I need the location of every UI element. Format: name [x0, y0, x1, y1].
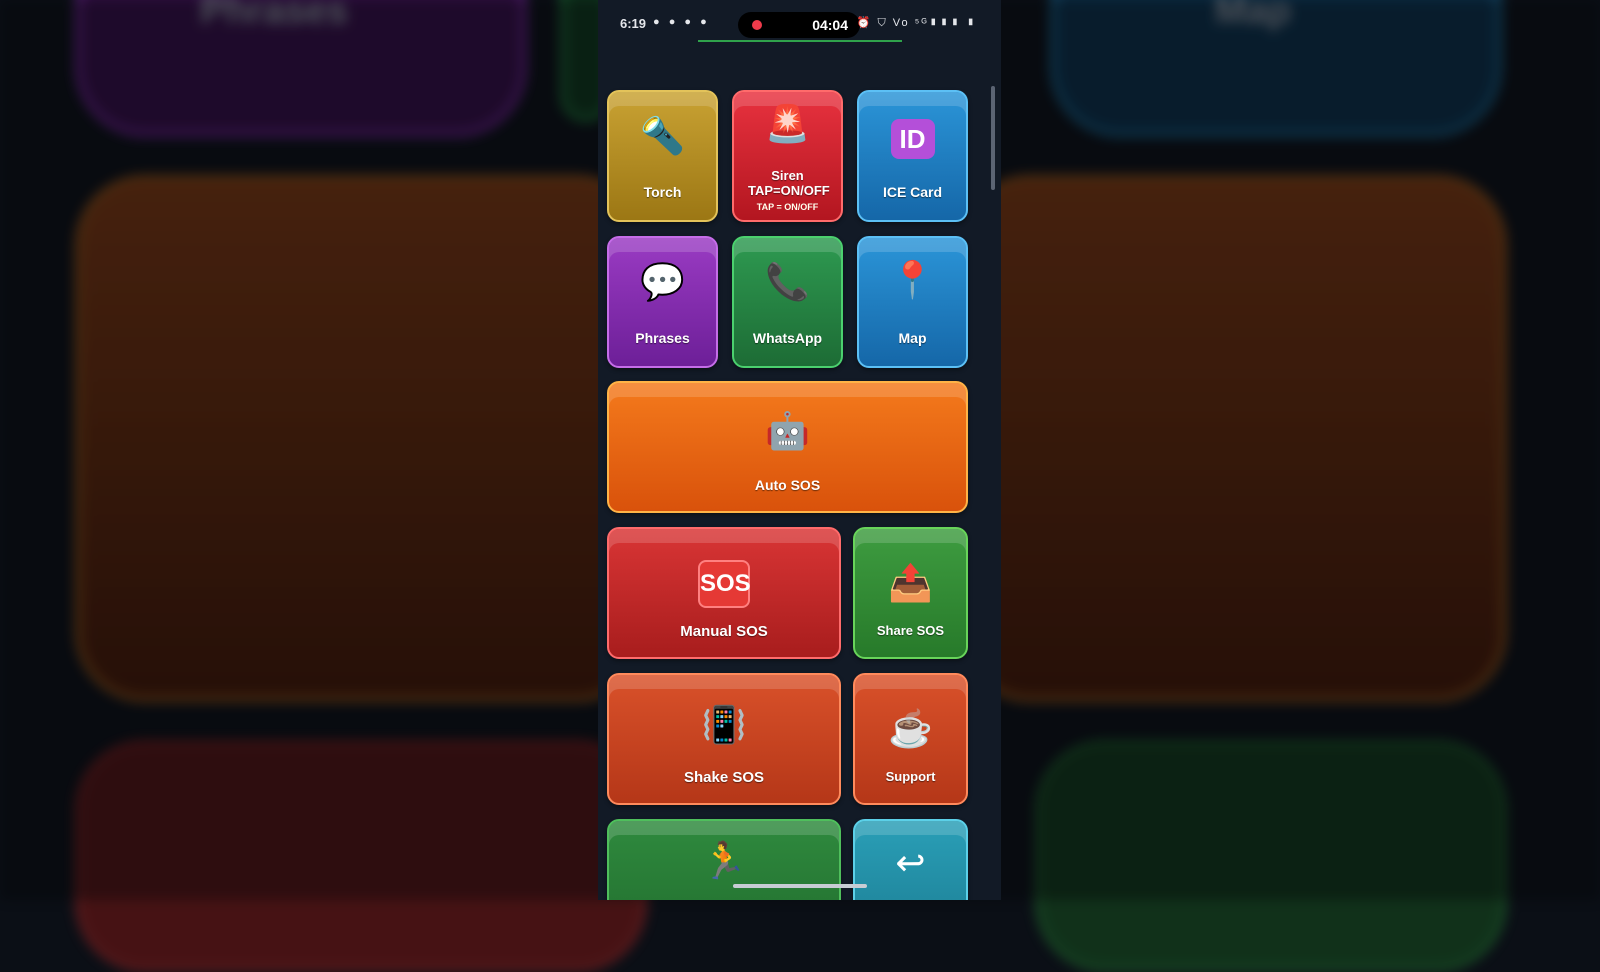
coffee-cup-icon: ☕ [888, 708, 933, 749]
whatsapp-label: WhatsApp [752, 330, 823, 346]
siren-sublabel: TAP = ON/OFF [756, 202, 819, 212]
scrollbar[interactable] [991, 86, 995, 190]
support-button[interactable]: ☕ Support [853, 673, 968, 805]
torch-icon: 🔦 [640, 115, 685, 156]
auto-sos-button[interactable]: 🤖 Auto SOS [607, 381, 968, 513]
home-indicator[interactable] [733, 884, 867, 888]
map-pin-icon: 📍 [890, 259, 935, 300]
manual-sos-label: Manual SOS [680, 623, 768, 640]
siren-icon: 🚨 [765, 103, 810, 144]
outbox-tray-icon: 📤 [888, 562, 933, 603]
id-card-icon: ID [859, 114, 966, 159]
torch-button[interactable]: 🔦 Torch [607, 90, 718, 222]
status-time: 6:19 [620, 16, 647, 31]
notification-icons: ● ● ● ● [653, 16, 710, 28]
share-sos-button[interactable]: 📤 Share SOS [853, 527, 968, 659]
phone-screen: 6:19 ● ● ● ● 04:04 ⏰ ⛉ Vo ⁵ᴳ▮▮▮ ▮ 🔦 Torc… [598, 0, 1001, 900]
recording-progress-line [698, 40, 902, 42]
siren-button[interactable]: 🚨 Siren TAP=ON/OFF TAP = ON/OFF [732, 90, 843, 222]
map-button[interactable]: 📍 Map [857, 236, 968, 368]
back-button[interactable]: ↩ [853, 819, 968, 900]
vibrating-phone-icon: 📳 [701, 704, 747, 745]
support-label: Support [885, 769, 936, 784]
shake-sos-button[interactable]: 📳 Shake SOS [607, 673, 841, 805]
auto-sos-label: Auto SOS [754, 477, 821, 493]
torch-label: Torch [643, 184, 682, 200]
speech-bubble-icon: 💬 [640, 261, 685, 302]
status-bar: 6:19 ● ● ● ● 04:04 ⏰ ⛉ Vo ⁵ᴳ▮▮▮ ▮ [598, 12, 1001, 38]
ice-card-button[interactable]: ID ICE Card [857, 90, 968, 222]
system-status-icons: ⏰ ⛉ Vo ⁵ᴳ▮▮▮ ▮ [856, 17, 977, 29]
recording-time: 04:04 [812, 17, 848, 33]
shake-sos-label: Shake SOS [683, 769, 765, 786]
siren-label: Siren TAP=ON/OFF [748, 168, 830, 198]
phrases-button[interactable]: 💬 Phrases [607, 236, 718, 368]
whatsapp-button[interactable]: 📞 WhatsApp [732, 236, 843, 368]
robot-icon: 🤖 [765, 410, 810, 451]
screen-recording-pill[interactable]: 04:04 [738, 12, 860, 38]
phrases-label: Phrases [635, 330, 690, 346]
running-person-icon: 🏃 [701, 840, 747, 881]
map-label: Map [898, 330, 927, 346]
sos-icon: SOS [609, 557, 839, 608]
record-dot-icon [752, 20, 762, 30]
phone-icon: 📞 [765, 261, 810, 302]
share-sos-label: Share SOS [876, 623, 945, 638]
back-arrow-icon: ↩ [895, 842, 926, 883]
manual-sos-button[interactable]: SOS Manual SOS [607, 527, 841, 659]
ice-card-label: ICE Card [882, 184, 943, 200]
